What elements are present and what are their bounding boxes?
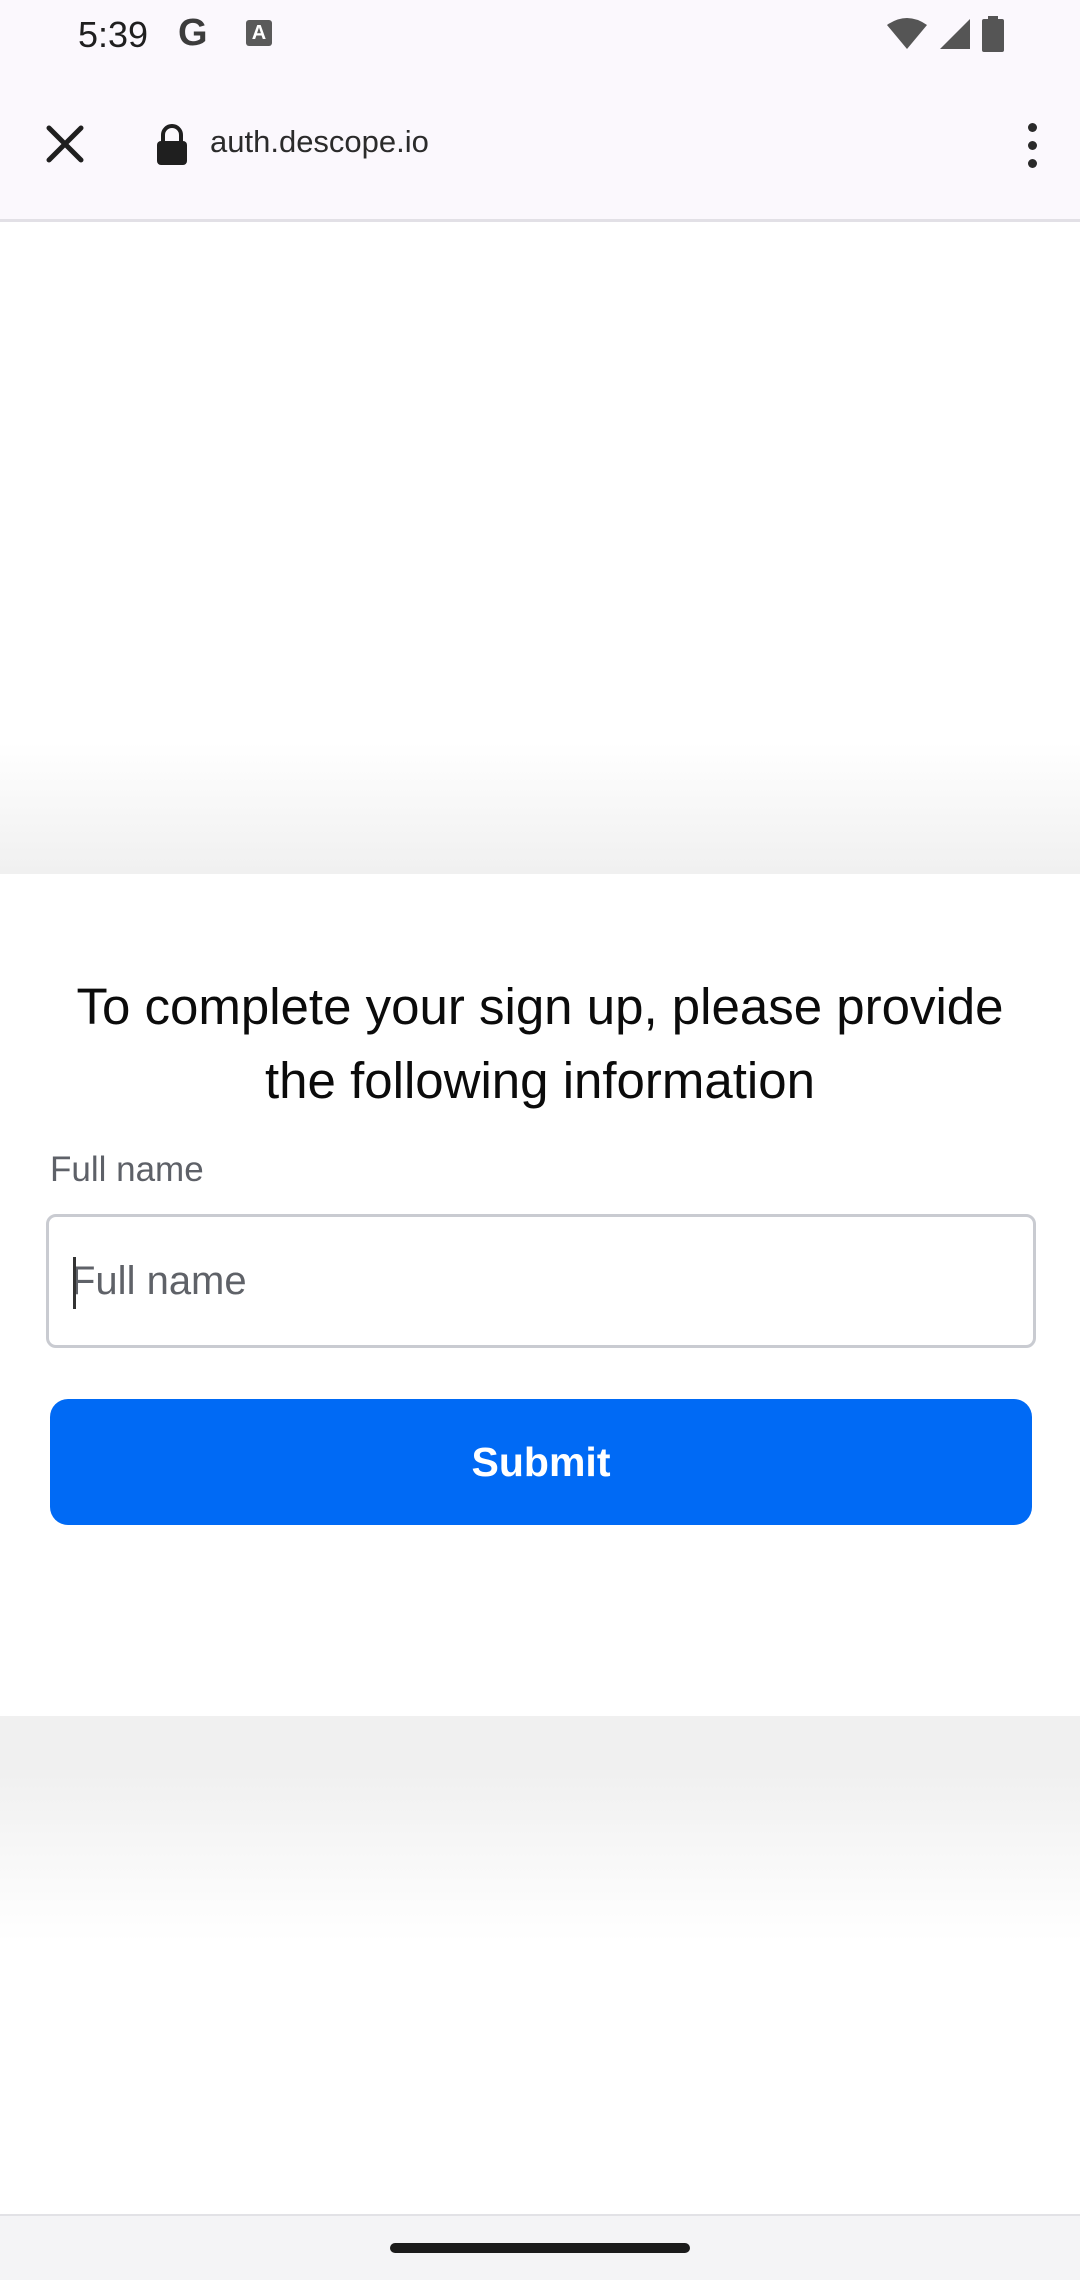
full-name-input[interactable] [49, 1217, 1033, 1345]
more-vert-dot [1027, 140, 1037, 150]
more-vert-icon [1027, 122, 1037, 132]
close-icon [46, 125, 84, 163]
url-text[interactable]: auth.descope.io [210, 124, 429, 160]
close-tab-button[interactable] [34, 113, 96, 175]
system-navigation-bar [0, 2214, 1080, 2280]
text-cursor [73, 1257, 76, 1309]
browser-toolbar: auth.descope.io [0, 70, 1080, 222]
status-time: 5:39 [78, 14, 149, 55]
page-title: To complete your sign up, please provide… [76, 978, 1004, 1109]
signup-card: To complete your sign up, please provide… [0, 874, 1080, 1716]
submit-button[interactable]: Submit [50, 1399, 1032, 1525]
cellular-signal-icon [940, 19, 970, 49]
home-gesture-handle[interactable] [390, 2243, 690, 2253]
battery-icon [982, 16, 1004, 52]
app-notification-icon: A [246, 20, 272, 46]
google-notification-icon: G [178, 12, 208, 54]
full-name-label: Full name [50, 1150, 204, 1189]
lock-icon [157, 124, 187, 165]
status-bar: 5:39 G A [0, 0, 1080, 70]
more-vert-dot [1027, 158, 1037, 168]
more-options-button[interactable] [1006, 110, 1058, 180]
full-name-field-wrapper [46, 1214, 1036, 1348]
web-page: To complete your sign up, please provide… [0, 222, 1080, 2222]
wifi-icon [887, 18, 927, 49]
status-icons [886, 16, 1004, 52]
